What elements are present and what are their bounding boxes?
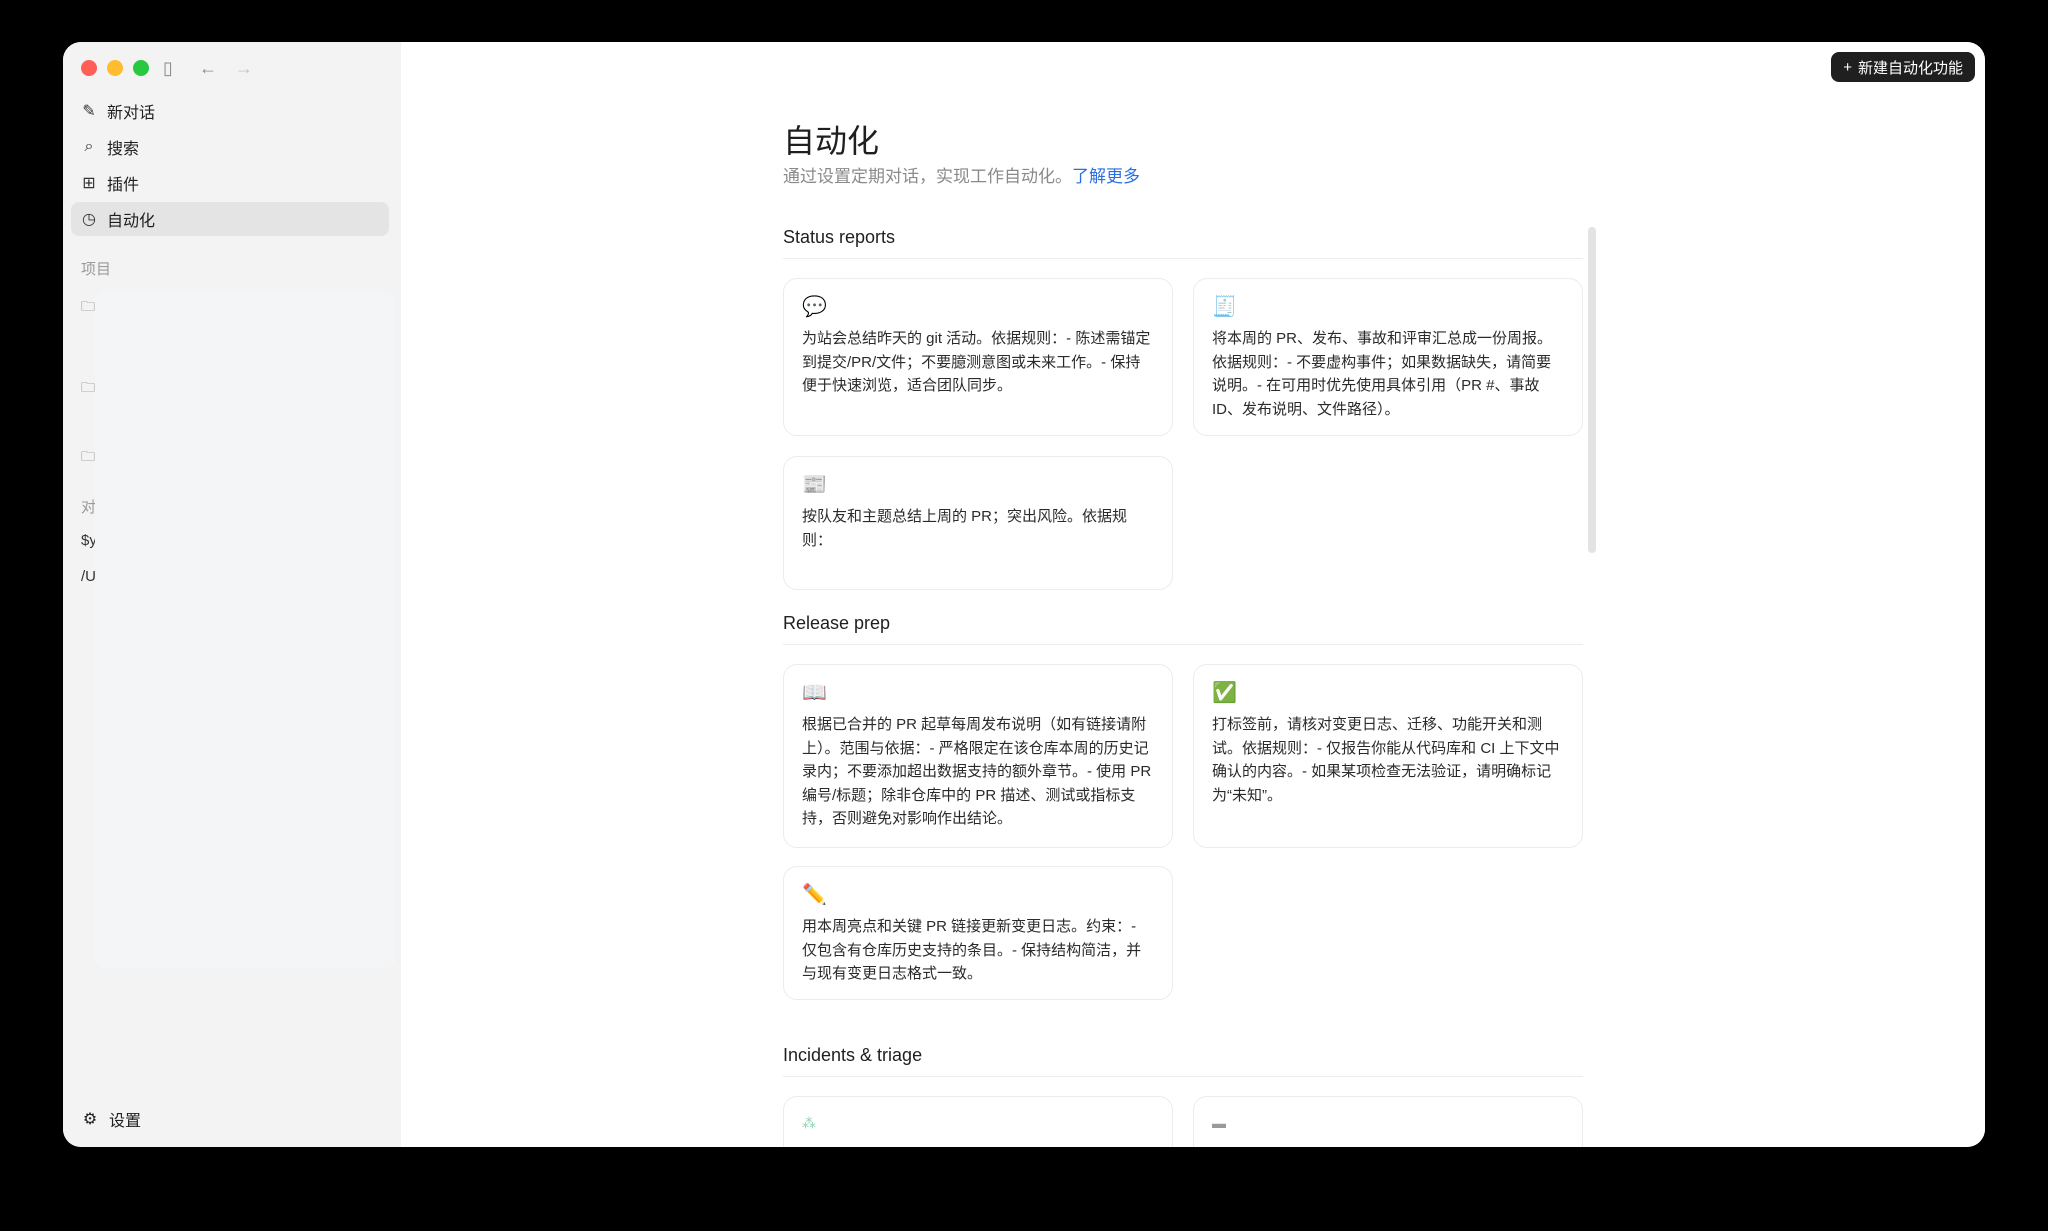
section-title-incidents-triage: Incidents & triage (783, 1045, 1583, 1077)
conversation-item[interactable]: /U (81, 568, 96, 585)
automation-card[interactable]: 📰 按队友和主题总结上周的 PR；突出风险。依据规则： (783, 456, 1173, 590)
search-icon: ⌕ (84, 138, 94, 155)
sidebar-item-new-chat[interactable]: ✎ 新对话 (71, 94, 389, 128)
automation-card[interactable]: ▬ (1193, 1096, 1583, 1147)
sidebar-nav: ✎ 新对话 ⌕ 搜索 ⊞ 插件 ◷ 自动化 (71, 94, 389, 238)
sidebar-item-automation[interactable]: ◷ 自动化 (71, 202, 389, 236)
folder-icon[interactable]: 🗀 (81, 377, 95, 401)
new-automation-button[interactable]: + 新建自动化功能 (1831, 52, 1975, 82)
sidebar-item-label: 搜索 (107, 141, 140, 158)
sidebar-item-label: 插件 (107, 177, 140, 194)
gear-icon: ⚙ (82, 1111, 98, 1128)
plus-icon: + (1843, 58, 1852, 76)
sidebar-item-label: 自动化 (107, 213, 156, 230)
sidebar-item-plugins[interactable]: ⊞ 插件 (71, 166, 389, 200)
newspaper-icon: 📰 (802, 474, 827, 496)
card-description: 按队友和主题总结上周的 PR；突出风险。依据规则： (802, 508, 1128, 549)
sidebar: ▯ ← → ✎ 新对话 ⌕ 搜索 ⊞ 插件 ◷ 自动化 项目 🗀 🗀 🗀 对 $… (63, 42, 401, 1147)
automation-card[interactable]: 🧾 将本周的 PR、发布、事故和评审汇总成一份周报。依据规则：- 不要虚构事件；… (1193, 278, 1583, 436)
automation-card[interactable]: ✅ 打标签前，请核对变更日志、迁移、功能开关和测试。依据规则：- 仅报告你能从代… (1193, 664, 1583, 848)
card-description: 将本周的 PR、发布、事故和评审汇总成一份周报。依据规则：- 不要虚构事件；如果… (1212, 330, 1553, 418)
automation-card[interactable]: 📖 根据已合并的 PR 起草每周发布说明（如有链接请附上）。范围与依据：- 严格… (783, 664, 1173, 848)
card-icon: ⁂ (802, 1115, 816, 1131)
card-description: 为站会总结昨天的 git 活动。依据规则：- 陈述需锚定到提交/PR/文件；不要… (802, 330, 1151, 394)
sidebar-toggle-icon[interactable]: ▯ (163, 58, 173, 78)
settings-label: 设置 (109, 1113, 142, 1130)
folder-icon[interactable]: 🗀 (81, 446, 95, 470)
edit-icon: ✎ (82, 103, 96, 120)
sidebar-item-label: 新对话 (107, 105, 156, 122)
plugin-icon: ⊞ (82, 175, 96, 192)
automation-card[interactable]: ⁂ (783, 1096, 1173, 1147)
pencil-icon: ✏️ (802, 884, 827, 906)
settings-button[interactable]: ⚙ 设置 (81, 1107, 141, 1131)
book-icon: 📖 (802, 682, 827, 704)
new-automation-label: 新建自动化功能 (1857, 59, 1963, 77)
minimize-window-button[interactable] (107, 60, 123, 76)
back-arrow-icon[interactable]: ← (199, 58, 217, 78)
section-title-status-reports: Status reports (783, 227, 1583, 259)
app-window: ▯ ← → ✎ 新对话 ⌕ 搜索 ⊞ 插件 ◷ 自动化 项目 🗀 🗀 🗀 对 $… (63, 42, 1985, 1147)
card-description: 打标签前，请核对变更日志、迁移、功能开关和测试。依据规则：- 仅报告你能从代码库… (1212, 716, 1560, 804)
automation-card[interactable]: 💬 为站会总结昨天的 git 活动。依据规则：- 陈述需锚定到提交/PR/文件；… (783, 278, 1173, 436)
subtitle-text: 通过设置定期对话，实现工作自动化。 (783, 167, 1072, 186)
projects-section-label: 项目 (81, 261, 112, 278)
check-icon: ✅ (1212, 682, 1237, 704)
card-description: 用本周亮点和关键 PR 链接更新变更日志。约束：- 仅包含有仓库历史支持的条目。… (802, 918, 1142, 982)
traffic-lights (81, 60, 149, 76)
card-description: 根据已合并的 PR 起草每周发布说明（如有链接请附上）。范围与依据：- 严格限定… (802, 716, 1152, 827)
page-title: 自动化 (783, 123, 880, 159)
sidebar-item-search[interactable]: ⌕ 搜索 (71, 130, 389, 164)
zoom-window-button[interactable] (133, 60, 149, 76)
automation-card[interactable]: ✏️ 用本周亮点和关键 PR 链接更新变更日志。约束：- 仅包含有仓库历史支持的… (783, 866, 1173, 1000)
popover-panel (95, 292, 395, 968)
main-content: + 新建自动化功能 自动化 通过设置定期对话，实现工作自动化。了解更多 Stat… (401, 42, 1985, 1147)
learn-more-link[interactable]: 了解更多 (1072, 167, 1140, 186)
chat-bubbles-icon: 💬 (802, 296, 827, 318)
section-title-release-prep: Release prep (783, 613, 1583, 645)
scrollbar[interactable] (1588, 227, 1596, 553)
clock-icon: ◷ (82, 211, 96, 228)
folder-icon[interactable]: 🗀 (81, 296, 95, 320)
forward-arrow-icon[interactable]: → (235, 58, 253, 78)
page-subtitle: 通过设置定期对话，实现工作自动化。了解更多 (783, 162, 1140, 187)
card-icon: ▬ (1212, 1115, 1226, 1131)
close-window-button[interactable] (81, 60, 97, 76)
conversations-section-label: 对 (81, 499, 97, 516)
receipt-icon: 🧾 (1212, 296, 1237, 318)
